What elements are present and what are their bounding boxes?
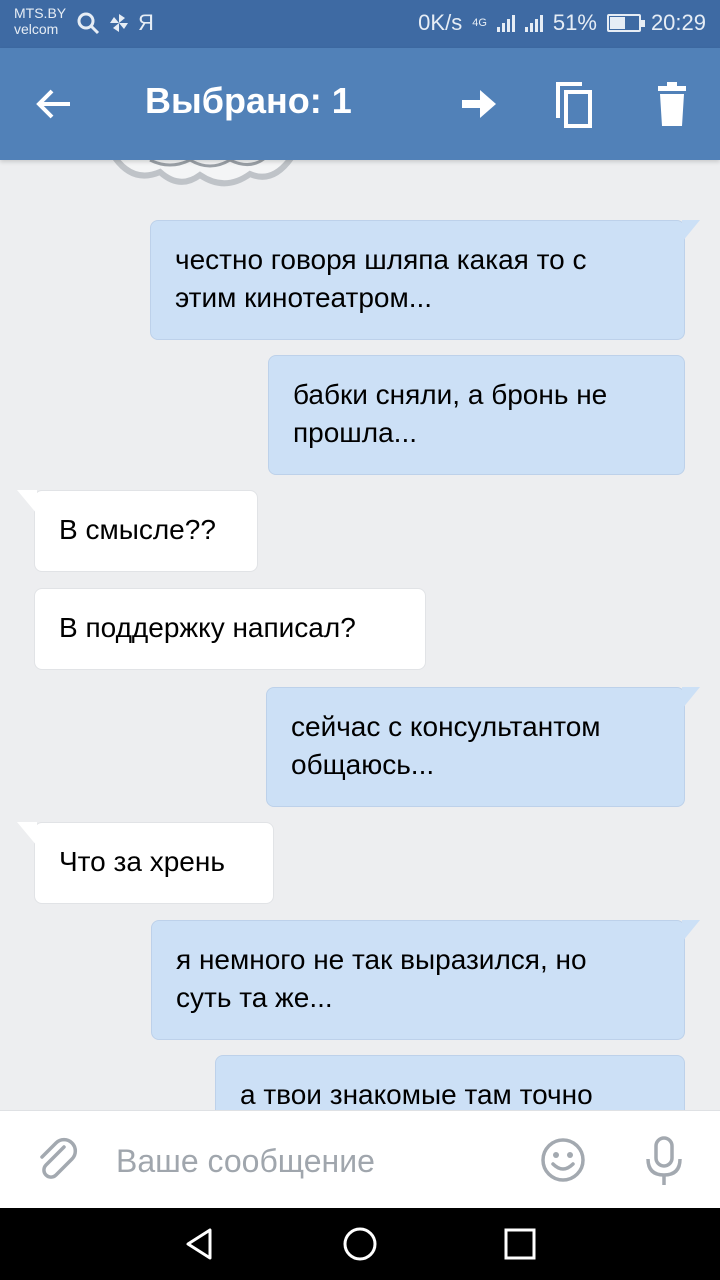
emoji-icon[interactable] [540, 1137, 586, 1183]
trash-icon[interactable] [646, 78, 698, 130]
clock: 20:29 [650, 10, 706, 35]
message-text-line: Что за хрень [59, 846, 225, 877]
mic-icon[interactable] [642, 1135, 686, 1187]
status-right: 0K/s 4G 51% 20:29 [418, 10, 706, 36]
message-text-line: а твои знакомые там точно [240, 1079, 593, 1110]
network-speed: 0K/s [418, 10, 463, 35]
message-bubble-outgoing[interactable]: сейчас с консультантом общаюсь... [266, 687, 700, 807]
back-arrow-icon[interactable] [28, 78, 80, 130]
message-text-line: общаюсь... [291, 749, 435, 780]
bubble-tail [682, 920, 700, 942]
message-bubble-outgoing[interactable]: а твои знакомые там точно [215, 1055, 685, 1110]
selection-title: Выбрано: 1 [145, 80, 352, 121]
signal-icon-2 [524, 14, 543, 32]
message-bubble-incoming[interactable]: В смысле?? [17, 490, 258, 572]
system-nav-bar [0, 1208, 720, 1280]
carrier-2: velcom [14, 21, 59, 37]
carrier-labels: MTS.BY velcom [14, 5, 66, 37]
message-text-line: суть та же... [176, 982, 333, 1013]
signal-icon-1 [496, 14, 515, 32]
message-bubble-outgoing[interactable]: честно говоря шляпа какая то с этим кино… [150, 220, 700, 340]
copy-icon[interactable] [548, 78, 600, 130]
message-text-line: прошла... [293, 417, 418, 448]
message-bubble-incoming[interactable]: Что за хрень [17, 822, 274, 904]
bubble-tail [17, 822, 37, 846]
selection-toolbar: Выбрано: 1 [0, 48, 720, 160]
message-text-line: честно говоря шляпа какая то с [175, 244, 587, 275]
attach-icon[interactable] [34, 1137, 80, 1183]
message-bubble-incoming[interactable]: В поддержку написал? [34, 588, 426, 670]
message-text-line: бабки сняли, а бронь не [293, 379, 608, 410]
battery-percent: 51% [552, 10, 597, 35]
message-text-line: В поддержку написал? [59, 612, 356, 643]
message-text-line: этим кинотеатром... [175, 282, 433, 313]
bubble-tail [682, 687, 700, 709]
message-input[interactable] [116, 1141, 516, 1181]
bubble-tail [682, 220, 700, 242]
sticker-image[interactable] [100, 160, 300, 192]
message-bubble-outgoing[interactable]: я немного не так выразился, но суть та ж… [151, 920, 700, 1040]
yandex-letter: Я [138, 10, 154, 35]
battery-icon [606, 14, 645, 32]
network-type: 4G [472, 17, 487, 29]
message-input-bar [0, 1110, 720, 1208]
nav-recents-icon[interactable] [500, 1224, 540, 1264]
pinwheel-icon [110, 14, 128, 32]
message-bubble-outgoing[interactable]: бабки сняли, а бронь не прошла... [268, 355, 685, 475]
nav-back-icon[interactable] [180, 1224, 220, 1264]
notification-icons: Я [76, 10, 154, 36]
forward-icon[interactable] [452, 78, 504, 130]
message-list[interactable]: честно говоря шляпа какая то с этим кино… [0, 160, 720, 1110]
carrier-1: MTS.BY [14, 5, 67, 21]
status-bar: MTS.BY velcom Я 0K/s 4G 51% 20:29 [0, 0, 720, 48]
message-text-line: я немного не так выразился, но [176, 944, 587, 975]
message-text-line: В смысле?? [59, 514, 216, 545]
bubble-tail [17, 490, 37, 514]
search-icon [77, 12, 100, 35]
nav-home-icon[interactable] [340, 1224, 380, 1264]
message-text-line: сейчас с консультантом [291, 711, 601, 742]
